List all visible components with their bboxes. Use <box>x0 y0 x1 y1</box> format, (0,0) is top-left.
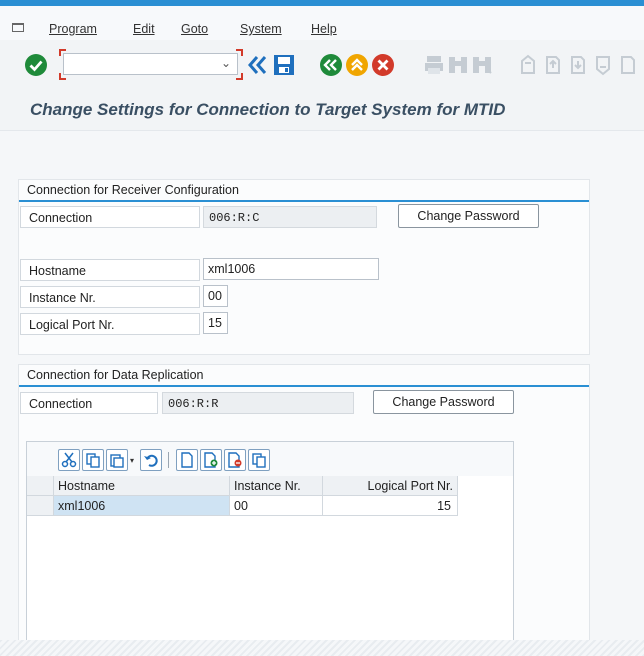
paste-icon[interactable] <box>106 449 128 471</box>
menu-program[interactable]: Program <box>49 22 97 36</box>
delete-row-icon[interactable] <box>224 449 246 471</box>
receiver-config-group: Connection for Receiver Configuration Co… <box>18 179 590 355</box>
cell-logical-port[interactable]: 15 <box>323 496 458 516</box>
change-password-button[interactable]: Change Password <box>398 204 539 228</box>
print-icon <box>425 56 443 74</box>
chevron-down-icon[interactable]: ⌄ <box>221 56 231 70</box>
menu-bar: Program Edit Goto System Help <box>0 6 644 40</box>
column-header-instance[interactable]: Instance Nr. <box>230 476 323 496</box>
copy-row-icon[interactable] <box>248 449 270 471</box>
back-icon[interactable] <box>319 53 343 77</box>
back-double-icon[interactable] <box>246 53 270 77</box>
more-icon <box>621 56 635 74</box>
connection-field: 006:R:C <box>203 206 377 228</box>
page-title: Change Settings for Connection to Target… <box>30 100 506 119</box>
group-title: Connection for Receiver Configuration <box>19 180 589 202</box>
new-row-icon[interactable] <box>176 449 198 471</box>
dropdown-arrow-icon[interactable]: ▾ <box>130 456 134 465</box>
title-bar: Change Settings for Connection to Target… <box>0 96 644 130</box>
instance-field[interactable]: 00 <box>203 285 228 307</box>
copy-icon[interactable] <box>82 449 104 471</box>
cut-icon[interactable] <box>58 449 80 471</box>
save-icon[interactable] <box>272 53 296 77</box>
menu-system[interactable]: System <box>240 22 282 36</box>
change-password-button[interactable]: Change Password <box>373 390 514 414</box>
connection-field: 006:R:R <box>162 392 354 414</box>
column-header-logical-port[interactable]: Logical Port Nr. <box>323 476 458 496</box>
find-icon <box>449 57 467 73</box>
row-selector-header[interactable] <box>27 476 54 496</box>
menu-help[interactable]: Help <box>311 22 337 36</box>
standard-toolbar: ⌄ <box>0 40 644 97</box>
instance-label: Instance Nr. <box>20 286 200 308</box>
cancel-icon[interactable] <box>371 53 395 77</box>
command-input[interactable] <box>72 55 226 75</box>
hosts-table: ▾ Hostname Instance Nr. Logical Port Nr.… <box>26 441 514 643</box>
group-title: Connection for Data Replication <box>19 365 589 387</box>
first-page-icon <box>521 54 535 74</box>
focus-corner-icon <box>59 49 66 56</box>
focus-corner-icon <box>59 73 66 80</box>
logical-port-label: Logical Port Nr. <box>20 313 200 335</box>
menu-edit[interactable]: Edit <box>133 22 155 36</box>
menu-goto[interactable]: Goto <box>181 22 208 36</box>
exit-icon[interactable] <box>345 53 369 77</box>
connection-label: Connection <box>20 392 158 414</box>
logical-port-field[interactable]: 15 <box>203 312 228 334</box>
application-toolbar <box>0 130 644 171</box>
enter-icon[interactable] <box>24 53 48 77</box>
footer-hatch <box>0 640 644 656</box>
find-next-icon <box>473 57 492 74</box>
command-field[interactable]: ⌄ <box>63 53 238 75</box>
toolbar-separator <box>168 452 169 468</box>
focus-corner-icon <box>236 49 243 56</box>
prev-page-icon <box>546 56 560 74</box>
focus-corner-icon <box>236 73 243 80</box>
last-page-icon <box>596 56 610 76</box>
menu-window-icon[interactable] <box>12 23 24 32</box>
next-page-icon <box>571 56 585 74</box>
hostname-label: Hostname <box>20 259 200 281</box>
hostname-field[interactable]: xml1006 <box>203 258 379 280</box>
row-selector[interactable] <box>27 496 54 516</box>
connection-label: Connection <box>20 206 200 228</box>
table-toolbar: ▾ <box>27 442 513 476</box>
cell-instance[interactable]: 00 <box>230 496 323 516</box>
column-header-hostname[interactable]: Hostname <box>54 476 230 496</box>
insert-row-icon[interactable] <box>200 449 222 471</box>
undo-icon[interactable] <box>140 449 162 471</box>
cell-hostname[interactable]: xml1006 <box>54 496 230 516</box>
